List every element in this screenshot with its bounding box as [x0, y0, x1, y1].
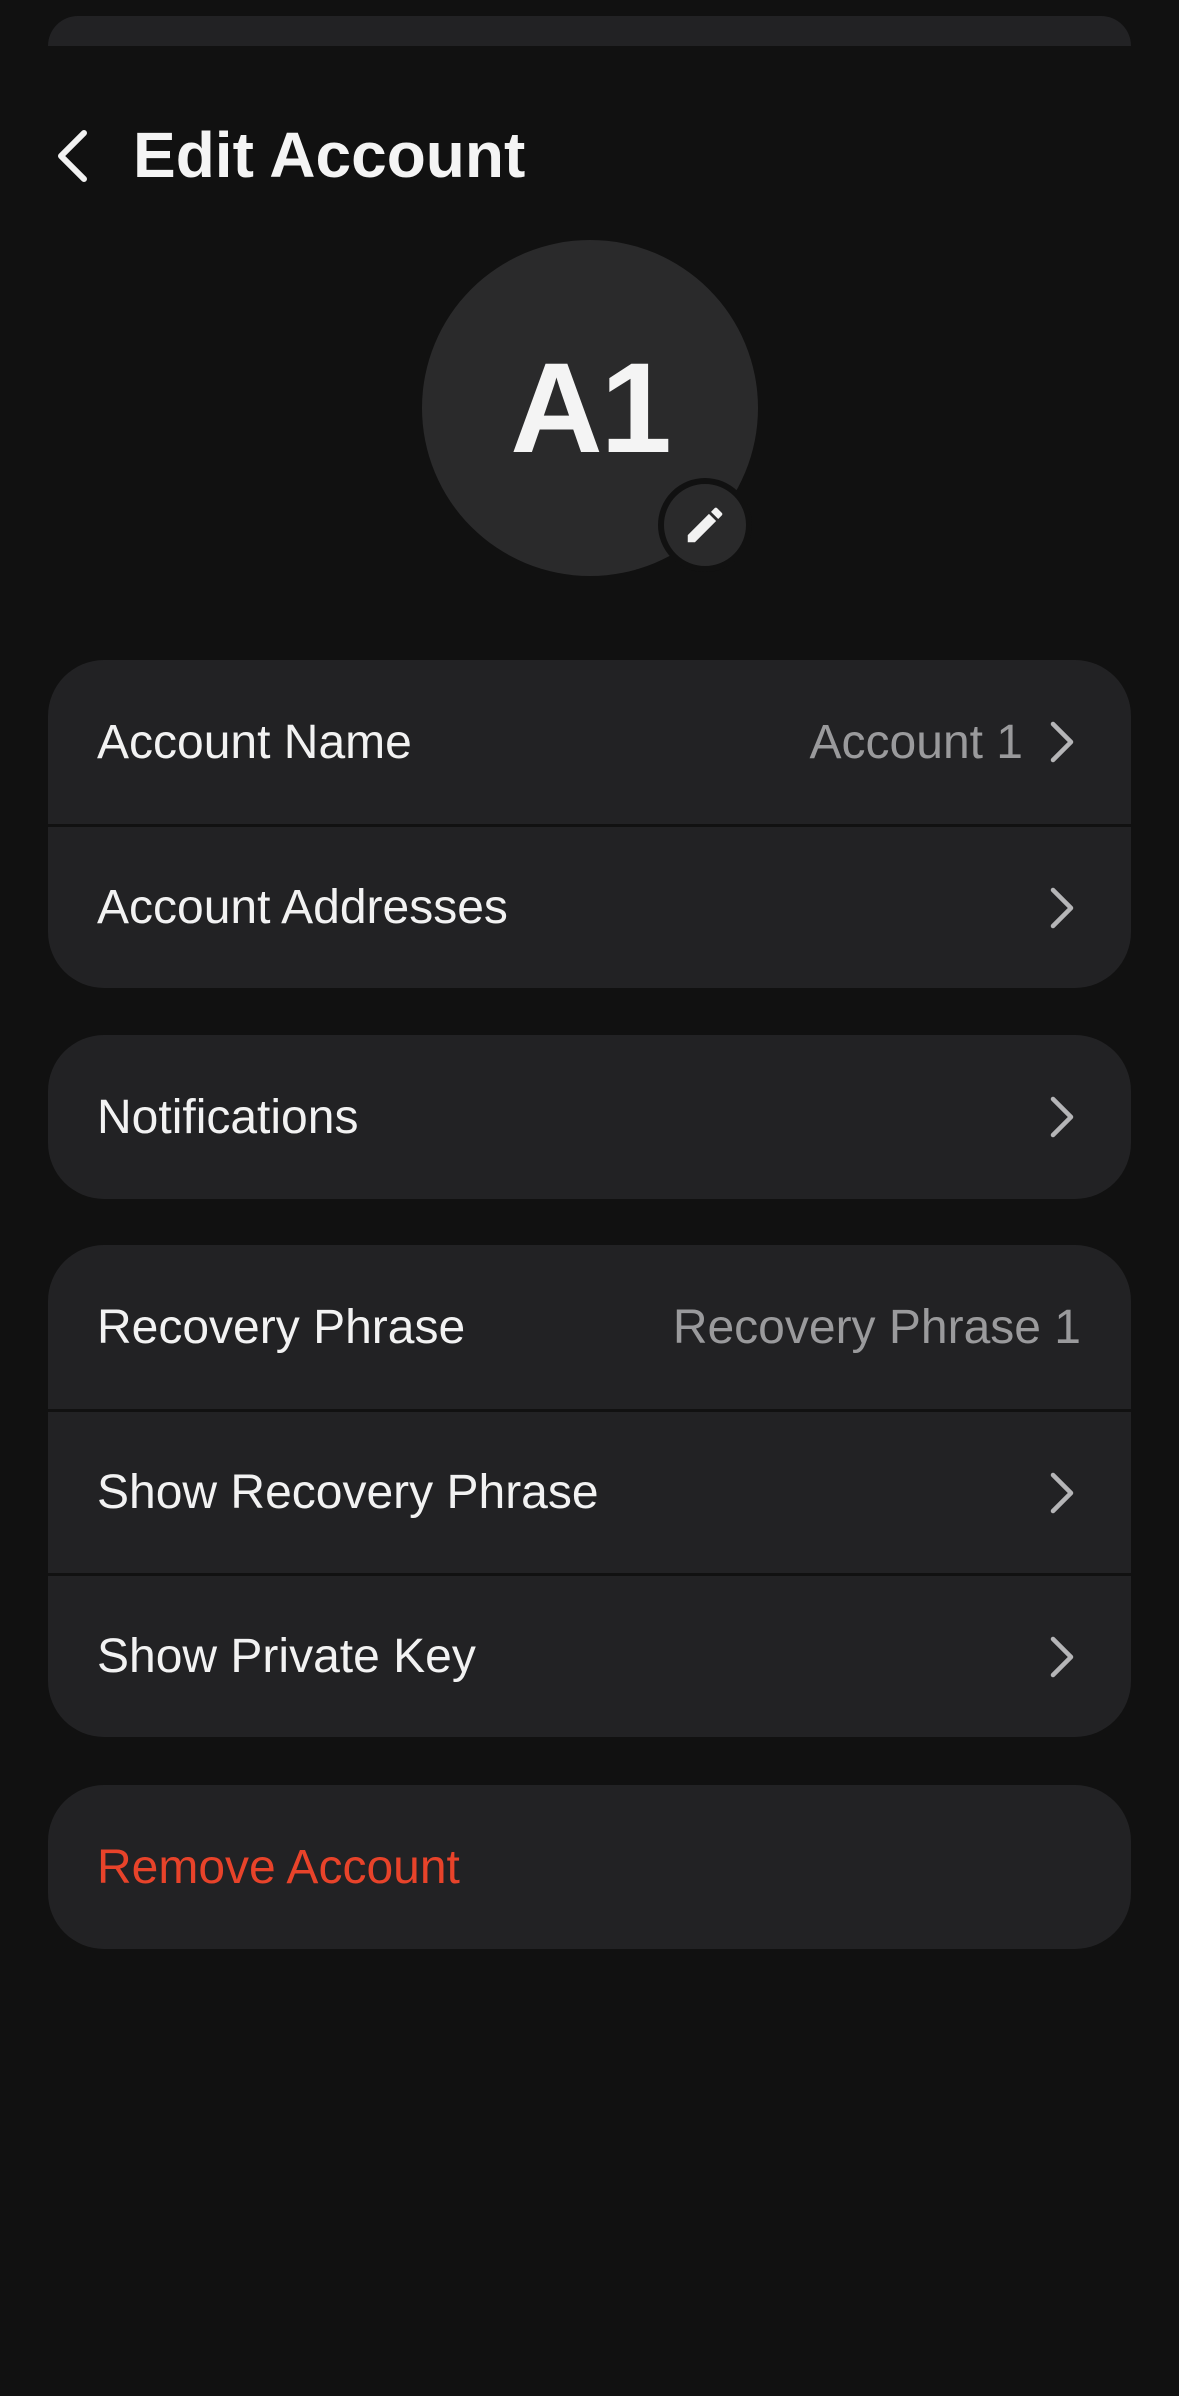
account-addresses-label: Account Addresses [97, 881, 508, 934]
avatar-initials: A1 [510, 336, 672, 480]
account-settings-group: Account Name Account 1 Account Addresses [48, 660, 1131, 988]
chevron-right-icon [1045, 720, 1079, 764]
show-recovery-phrase-row[interactable]: Show Recovery Phrase [48, 1409, 1131, 1573]
notifications-group: Notifications [48, 1035, 1131, 1199]
back-button[interactable] [44, 124, 100, 188]
account-name-value: Account 1 [809, 715, 1023, 769]
chevron-left-icon [58, 130, 87, 182]
remove-account-group: Remove Account [48, 1785, 1131, 1949]
header: Edit Account [0, 110, 1179, 200]
show-private-key-label: Show Private Key [97, 1630, 476, 1683]
recovery-phrase-row[interactable]: Recovery Phrase Recovery Phrase 1 [48, 1245, 1131, 1409]
notifications-row[interactable]: Notifications [48, 1035, 1131, 1199]
security-group: Recovery Phrase Recovery Phrase 1 Show R… [48, 1245, 1131, 1737]
page-title: Edit Account [133, 119, 526, 191]
account-name-label: Account Name [97, 715, 412, 769]
remove-account-label: Remove Account [97, 1840, 460, 1894]
pencil-icon [687, 507, 723, 543]
chevron-right-icon [1045, 886, 1079, 930]
chevron-right-icon [1045, 1095, 1079, 1139]
edit-avatar-button[interactable] [658, 478, 752, 572]
recovery-phrase-label: Recovery Phrase [97, 1300, 466, 1354]
account-name-row[interactable]: Account Name Account 1 [48, 660, 1131, 824]
chevron-right-icon [1045, 1471, 1079, 1515]
show-private-key-row[interactable]: Show Private Key [48, 1573, 1131, 1737]
notifications-label: Notifications [97, 1090, 359, 1144]
remove-account-button[interactable]: Remove Account [48, 1785, 1131, 1949]
recovery-phrase-value: Recovery Phrase 1 [672, 1300, 1081, 1354]
account-addresses-row[interactable]: Account Addresses [48, 824, 1131, 988]
show-recovery-phrase-label: Show Recovery Phrase [97, 1466, 599, 1519]
chevron-right-icon [1045, 1635, 1079, 1679]
top-sheet-edge [48, 16, 1131, 46]
